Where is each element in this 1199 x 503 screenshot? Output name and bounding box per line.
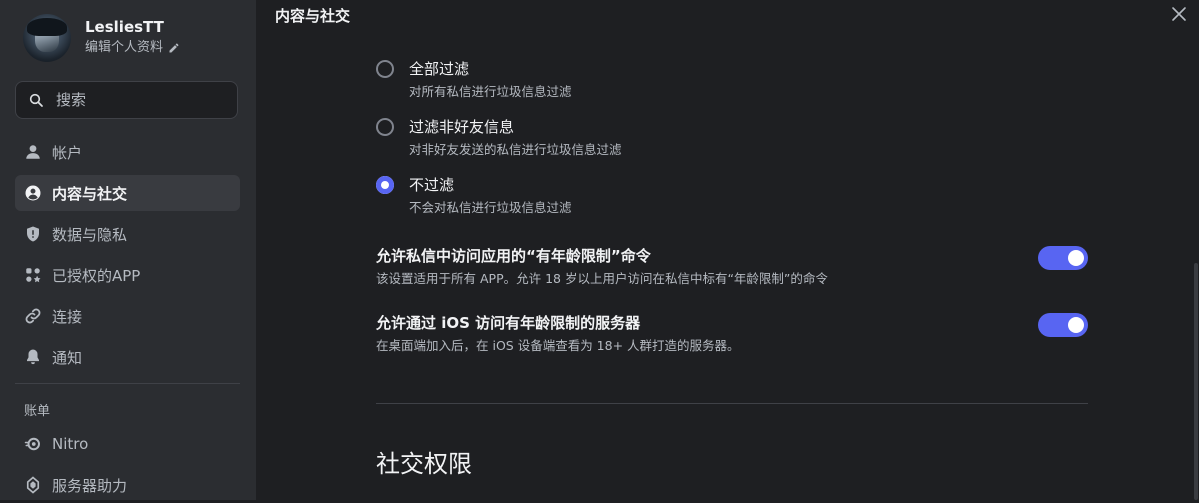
radio-button-selected[interactable] xyxy=(376,176,394,194)
search-icon xyxy=(29,93,43,107)
sidebar-item-label: 帐户 xyxy=(52,143,83,162)
setting-title: 允许通过 iOS 访问有年龄限制的服务器 xyxy=(376,314,641,332)
link-icon xyxy=(25,308,41,324)
username: LesliesTT xyxy=(85,18,164,36)
dm-filter-option-none[interactable]: 不过滤 不会对私信进行垃圾信息过滤 xyxy=(376,175,572,217)
billing-section-title: 账单 xyxy=(24,404,51,419)
sidebar-item-nitro[interactable]: Nitro xyxy=(15,426,240,462)
edit-profile-link[interactable]: 编辑个人资料 xyxy=(85,38,180,58)
sidebar-item-account[interactable]: 帐户 xyxy=(15,134,240,170)
sidebar-item-connections[interactable]: 连接 xyxy=(15,298,240,334)
user-circle-icon xyxy=(25,185,41,201)
sidebar-item-label: 连接 xyxy=(52,307,83,326)
sidebar-item-label: 数据与隐私 xyxy=(52,225,128,244)
ios-age-restricted-servers-toggle[interactable] xyxy=(1038,313,1088,337)
edit-profile-label: 编辑个人资料 xyxy=(85,40,164,55)
age-restricted-commands-toggle[interactable] xyxy=(1038,246,1088,270)
settings-sidebar: LesliesTT 编辑个人资料 帐户 内容与社交 数据与隐私 已授权的APP … xyxy=(0,0,256,500)
radio-button[interactable] xyxy=(376,60,394,78)
sidebar-item-label: Nitro xyxy=(52,435,89,453)
apps-icon xyxy=(26,268,41,283)
setting-description: 在桌面端加入后，在 iOS 设备端查看为 18+ 人群打造的服务器。 xyxy=(376,338,740,353)
sidebar-item-notifications[interactable]: 通知 xyxy=(15,339,240,375)
bell-icon xyxy=(27,349,39,365)
search-box[interactable] xyxy=(15,81,238,119)
sidebar-item-label: 通知 xyxy=(52,348,83,367)
boost-icon xyxy=(26,476,40,494)
nitro-icon xyxy=(24,437,40,451)
user-icon xyxy=(26,145,40,159)
sidebar-item-label: 已授权的APP xyxy=(52,266,141,285)
sidebar-item-authorized-apps[interactable]: 已授权的APP xyxy=(15,257,240,293)
scrollbar[interactable] xyxy=(1194,263,1198,500)
sidebar-item-server-boost[interactable]: 服务器助力 xyxy=(15,467,240,503)
setting-title: 允许私信中访问应用的“有年龄限制”命令 xyxy=(376,247,651,265)
option-title: 全部过滤 xyxy=(409,60,470,78)
shield-icon xyxy=(27,226,39,242)
profile-card[interactable]: LesliesTT 编辑个人资料 xyxy=(23,14,180,62)
option-title: 过滤非好友信息 xyxy=(409,118,515,136)
section-divider xyxy=(376,403,1088,404)
setting-ios-age-restricted-servers: 允许通过 iOS 访问有年龄限制的服务器 在桌面端加入后，在 iOS 设备端查看… xyxy=(376,313,1088,355)
sidebar-divider xyxy=(15,383,240,384)
dm-filter-option-non-friends[interactable]: 过滤非好友信息 对非好友发送的私信进行垃圾信息过滤 xyxy=(376,117,622,159)
social-permissions-heading: 社交权限 xyxy=(376,450,472,478)
radio-button[interactable] xyxy=(376,118,394,136)
search-input[interactable] xyxy=(54,90,228,110)
close-icon[interactable] xyxy=(1171,6,1187,22)
dm-filter-option-all[interactable]: 全部过滤 对所有私信进行垃圾信息过滤 xyxy=(376,59,572,101)
sidebar-item-label: 内容与社交 xyxy=(52,184,128,203)
avatar[interactable] xyxy=(23,14,71,62)
pencil-icon xyxy=(169,43,179,53)
setting-age-restricted-commands: 允许私信中访问应用的“有年龄限制”命令 该设置适用于所有 APP。允许 18 岁… xyxy=(376,246,1088,288)
option-description: 不会对私信进行垃圾信息过滤 xyxy=(409,200,572,215)
page-title: 内容与社交 xyxy=(275,7,351,25)
option-title: 不过滤 xyxy=(409,176,455,194)
option-description: 对所有私信进行垃圾信息过滤 xyxy=(409,84,572,99)
setting-description: 该设置适用于所有 APP。允许 18 岁以上用户访问在私信中标有“年龄限制”的命… xyxy=(376,271,828,286)
sidebar-item-data-privacy[interactable]: 数据与隐私 xyxy=(15,216,240,252)
sidebar-item-label: 服务器助力 xyxy=(52,476,128,495)
sidebar-item-content-social[interactable]: 内容与社交 xyxy=(15,175,240,211)
option-description: 对非好友发送的私信进行垃圾信息过滤 xyxy=(409,142,622,157)
